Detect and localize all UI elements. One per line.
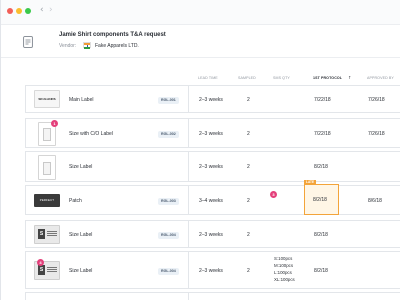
sort-arrow-icon[interactable]: ↑ xyxy=(348,75,351,80)
approved-by-cell[interactable]: 7/26/18 xyxy=(368,97,385,103)
table-row[interactable]: PERFECT Patch RGL-003 3–4 weeks 2 8/6/18 xyxy=(25,185,400,215)
approved-by-cell[interactable]: 7/26/18 xyxy=(368,131,385,137)
table-row[interactable]: S Size Label RGL-004 2–3 weeks 2 8/2/18 xyxy=(25,220,400,248)
first-protocol-cell[interactable]: 8/2/18 xyxy=(314,232,328,238)
component-name: Size Label xyxy=(69,268,93,274)
text-lines xyxy=(47,231,57,232)
sms-qty-cell: S:100pcs M:100pcs L:100pcs XL:100pcs xyxy=(274,255,295,283)
component-name: Size Label xyxy=(69,164,93,170)
row-divider xyxy=(188,152,189,181)
app-window: ‹ › Jamie Shirt components T&A request V… xyxy=(0,0,400,300)
sms-qty-line: L:100pcs xyxy=(274,270,292,275)
text-lines xyxy=(47,267,57,268)
chevron-right-icon[interactable]: › xyxy=(49,5,53,15)
sampled-cell: 2 xyxy=(247,198,250,204)
table-row[interactable]: Size Label 2–3 weeks 2 8/2/18 xyxy=(25,151,400,182)
row-divider xyxy=(188,86,189,112)
sampled-cell: 2 xyxy=(247,164,250,170)
size-box: S xyxy=(38,229,45,239)
table-row[interactable] xyxy=(25,292,400,300)
row-divider xyxy=(188,186,189,214)
first-protocol-cell[interactable]: 8/2/18 xyxy=(314,164,328,170)
label-thumbnail: SKULLKIDS xyxy=(34,90,60,108)
sms-qty-line: XL:100pcs xyxy=(274,277,295,282)
approved-by-cell[interactable]: 8/6/18 xyxy=(368,198,382,204)
document-icon xyxy=(23,36,33,48)
column-header-sampled[interactable]: SAMPLED xyxy=(238,76,256,80)
late-tag: LATE xyxy=(304,180,317,185)
minimize-window-button[interactable] xyxy=(16,8,22,14)
maximize-window-button[interactable] xyxy=(25,8,31,14)
component-code-chip: RGL-004 xyxy=(158,232,179,239)
comment-count-badge[interactable]: 3 xyxy=(270,191,277,198)
tag-shape xyxy=(43,162,51,175)
first-protocol-cell[interactable]: 8/2/18 xyxy=(313,197,327,203)
first-protocol-cell[interactable]: 7/22/18 xyxy=(314,131,331,137)
first-protocol-cell[interactable]: 7/22/18 xyxy=(314,97,331,103)
lead-time-cell: 2–3 weeks xyxy=(199,232,223,238)
first-protocol-cell[interactable]: 8/2/18 xyxy=(314,268,328,274)
lead-time-cell: 2–3 weeks xyxy=(199,164,223,170)
sampled-cell: 2 xyxy=(247,97,250,103)
column-header-first-protocol[interactable]: 1ST PROTOCOL xyxy=(313,76,342,80)
sms-qty-line: S:100pcs xyxy=(274,256,293,261)
comment-count-badge[interactable]: 4 xyxy=(37,259,44,266)
component-name: Size with C/O Label xyxy=(69,131,113,137)
comment-count-badge[interactable]: 1 xyxy=(51,120,58,127)
page-title: Jamie Shirt components T&A request xyxy=(59,32,166,38)
component-name: Patch xyxy=(69,198,82,204)
vendor-name[interactable]: Fake Apparels LTD. xyxy=(95,43,139,49)
component-code-chip: RGL-004 xyxy=(158,268,179,275)
column-header-approved-by[interactable]: APPROVED BY xyxy=(367,76,394,80)
row-divider xyxy=(188,293,189,300)
lead-time-cell: 3–4 weeks xyxy=(199,198,223,204)
sampled-cell: 2 xyxy=(247,232,250,238)
sampled-cell: 2 xyxy=(247,268,250,274)
thumbnail-text: PERFECT xyxy=(39,198,55,202)
row-divider xyxy=(188,221,189,247)
vendor-label: Vendor: xyxy=(59,43,77,49)
close-window-button[interactable] xyxy=(7,8,13,14)
row-divider xyxy=(188,252,189,288)
sms-qty-line: M:100pcs xyxy=(274,263,294,268)
component-code-chip: RGL-003 xyxy=(158,198,179,205)
lead-time-cell: 2–3 weeks xyxy=(199,97,223,103)
size-box: S xyxy=(38,265,45,275)
lead-time-cell: 2–3 weeks xyxy=(199,131,223,137)
thumbnail-text: SKULLKIDS xyxy=(38,97,56,101)
label-thumbnail: PERFECT xyxy=(34,194,60,207)
table-row[interactable]: SKULLKIDS Main Label RGL-001 2–3 weeks 2… xyxy=(25,85,400,113)
tag-shape xyxy=(43,128,51,141)
lead-time-cell: 2–3 weeks xyxy=(199,268,223,274)
page-header: Jamie Shirt components T&A request Vendo… xyxy=(1,26,400,58)
table-row[interactable]: 1 Size with C/O Label RGL-002 2–3 weeks … xyxy=(25,118,400,148)
column-header-lead-time[interactable]: LEAD TIME xyxy=(198,76,218,80)
component-name: Size Label xyxy=(69,232,93,238)
component-name: Main Label xyxy=(69,97,94,103)
table-row[interactable]: S 4 Size Label RGL-004 2–3 weeks 2 S:100… xyxy=(25,251,400,289)
label-thumbnail: S xyxy=(34,225,60,244)
title-bar: ‹ › xyxy=(1,0,400,25)
chevron-left-icon[interactable]: ‹ xyxy=(40,5,44,15)
india-flag-icon xyxy=(83,42,91,49)
component-code-chip: RGL-001 xyxy=(158,97,179,104)
sampled-cell: 2 xyxy=(247,131,250,137)
column-header-sms-qty[interactable]: SMS QTY xyxy=(273,76,290,80)
label-thumbnail xyxy=(38,155,56,180)
row-divider xyxy=(188,119,189,147)
component-code-chip: RGL-002 xyxy=(158,131,179,138)
